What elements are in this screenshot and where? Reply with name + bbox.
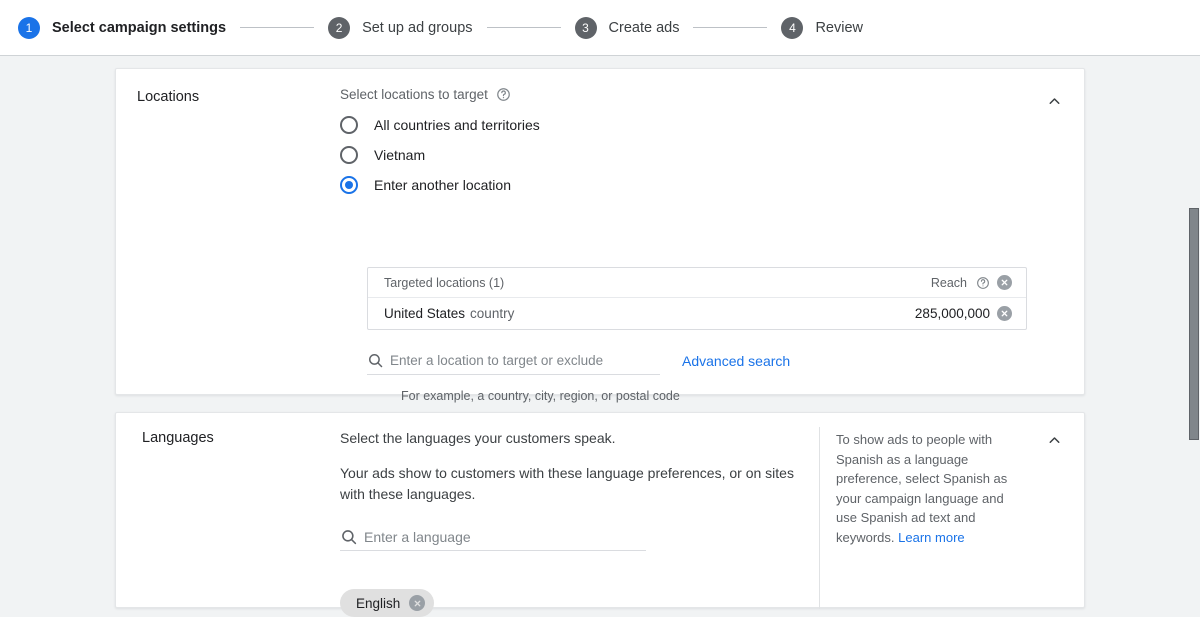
languages-side-note-text: To show ads to people with Spanish as a … bbox=[836, 432, 1007, 545]
locations-card: Locations Select locations to target bbox=[115, 68, 1085, 395]
location-name: United States bbox=[384, 306, 465, 321]
language-search-input[interactable] bbox=[364, 529, 614, 545]
remove-location-close-circle-icon[interactable] bbox=[997, 306, 1012, 321]
targeted-locations-count-label: Targeted locations (1) bbox=[384, 276, 504, 290]
step-1[interactable]: 1 Select campaign settings bbox=[18, 17, 226, 39]
languages-card: Languages Select the languages your cust… bbox=[115, 412, 1085, 608]
remove-language-close-circle-icon[interactable] bbox=[409, 595, 425, 611]
radio-label-vietnam: Vietnam bbox=[374, 147, 425, 163]
radio-option-vietnam[interactable]: Vietnam bbox=[340, 140, 540, 170]
step-connector-1 bbox=[240, 27, 314, 28]
step-2-number: 2 bbox=[328, 17, 350, 39]
campaign-stepper: 1 Select campaign settings 2 Set up ad g… bbox=[0, 0, 1200, 56]
location-search-input[interactable] bbox=[390, 353, 630, 368]
step-2[interactable]: 2 Set up ad groups bbox=[328, 17, 472, 39]
radio-icon-vietnam[interactable] bbox=[340, 146, 358, 164]
language-chip-english[interactable]: English bbox=[340, 589, 434, 617]
step-3-label: Create ads bbox=[609, 20, 680, 36]
radio-icon-all-countries[interactable] bbox=[340, 116, 358, 134]
step-1-label: Select campaign settings bbox=[52, 20, 226, 36]
targeted-locations-header-right: Reach bbox=[931, 275, 1012, 290]
step-connector-3 bbox=[693, 27, 767, 28]
table-row-right: 285,000,000 bbox=[915, 306, 1012, 321]
location-reach-value: 285,000,000 bbox=[915, 306, 990, 321]
page-body: Locations Select locations to target bbox=[0, 57, 1200, 599]
radio-option-enter-another-location[interactable]: Enter another location bbox=[340, 170, 540, 200]
radio-option-all-countries[interactable]: All countries and territories bbox=[340, 110, 540, 140]
learn-more-link[interactable]: Learn more bbox=[898, 530, 964, 545]
locations-content: Select locations to target All countries… bbox=[340, 87, 540, 200]
search-icon bbox=[340, 528, 358, 546]
step-4[interactable]: 4 Review bbox=[781, 17, 863, 39]
table-row: United States country 285,000,000 bbox=[368, 298, 1026, 329]
targeted-locations-box: Targeted locations (1) Reach bbox=[367, 267, 1027, 330]
reach-help-circle-icon[interactable] bbox=[975, 275, 990, 290]
targeted-locations-header: Targeted locations (1) Reach bbox=[368, 268, 1026, 298]
radio-label-all-countries: All countries and territories bbox=[374, 117, 540, 133]
location-search-field[interactable] bbox=[367, 347, 660, 375]
languages-collapse-chevron-up-icon[interactable] bbox=[1042, 428, 1066, 452]
languages-card-title: Languages bbox=[142, 430, 214, 446]
reach-column-header: Reach bbox=[931, 276, 967, 290]
remove-all-locations-close-circle-icon[interactable] bbox=[997, 275, 1012, 290]
locations-field-label-row: Select locations to target bbox=[340, 87, 540, 102]
advanced-search-link[interactable]: Advanced search bbox=[682, 347, 790, 375]
languages-side-note: To show ads to people with Spanish as a … bbox=[836, 430, 1028, 547]
page-scrollbar-thumb[interactable] bbox=[1189, 208, 1199, 440]
locations-radio-group: All countries and territories Vietnam En… bbox=[340, 110, 540, 200]
languages-instruction-secondary: Your ads show to customers with these la… bbox=[340, 463, 808, 505]
step-3[interactable]: 3 Create ads bbox=[575, 17, 680, 39]
radio-label-enter-another-location: Enter another location bbox=[374, 177, 511, 193]
search-icon bbox=[367, 352, 384, 369]
step-4-number: 4 bbox=[781, 17, 803, 39]
step-connector-2 bbox=[487, 27, 561, 28]
step-3-number: 3 bbox=[575, 17, 597, 39]
languages-instruction-primary: Select the languages your customers spea… bbox=[340, 430, 820, 446]
step-4-label: Review bbox=[815, 20, 863, 36]
languages-content: Select the languages your customers spea… bbox=[340, 430, 820, 617]
location-search-row: Advanced search bbox=[367, 347, 790, 375]
languages-vertical-divider bbox=[819, 427, 820, 609]
page-scrollbar-track[interactable] bbox=[1186, 57, 1200, 599]
language-chip-label: English bbox=[356, 596, 400, 611]
locations-field-label: Select locations to target bbox=[340, 87, 488, 102]
radio-icon-enter-another-location[interactable] bbox=[340, 176, 358, 194]
step-2-label: Set up ad groups bbox=[362, 20, 472, 36]
language-search-field[interactable] bbox=[340, 523, 646, 551]
location-type: country bbox=[470, 306, 514, 321]
locations-collapse-chevron-up-icon[interactable] bbox=[1042, 89, 1066, 113]
location-search-hint: For example, a country, city, region, or… bbox=[401, 389, 680, 403]
help-circle-icon[interactable] bbox=[496, 87, 511, 102]
locations-card-title: Locations bbox=[137, 89, 199, 105]
step-1-number: 1 bbox=[18, 17, 40, 39]
